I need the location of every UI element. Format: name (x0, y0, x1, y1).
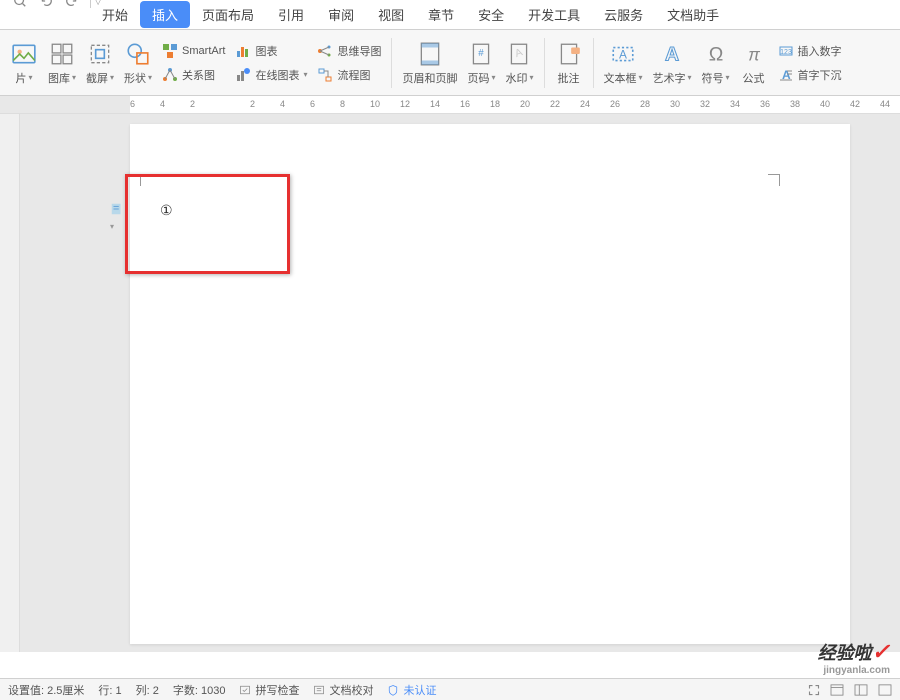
tab-section[interactable]: 章节 (416, 0, 466, 30)
status-uncertified[interactable]: 未认证 (387, 682, 436, 698)
wordart-button[interactable]: A 艺术字▾ (649, 38, 696, 88)
comment-button[interactable]: 批注 (551, 38, 587, 88)
gallery-icon (48, 40, 76, 68)
chart-icon (235, 43, 251, 59)
comment-icon (555, 40, 583, 68)
number-icon: 123 (778, 43, 794, 59)
tab-reference[interactable]: 引用 (266, 0, 316, 30)
shape-icon (124, 40, 152, 68)
status-spellcheck[interactable]: 拼写检查 (239, 682, 299, 698)
textbox-icon: A (609, 40, 637, 68)
mindmap-button[interactable]: 思维导图 (313, 40, 385, 62)
status-row[interactable]: 行: 1 (98, 682, 121, 698)
relation-chart-button[interactable]: 关系图 (158, 64, 229, 86)
smartart-icon (162, 43, 178, 59)
tab-view[interactable]: 视图 (366, 0, 416, 30)
screenshot-button[interactable]: 截屏▾ (82, 38, 118, 88)
dropcap-icon: A (778, 67, 794, 83)
relation-icon (162, 67, 178, 83)
gallery-button[interactable]: 图库▾ (44, 38, 80, 88)
paragraph-marker-icon: ▾ (110, 202, 124, 232)
status-bar: 设置值: 2.5厘米 行: 1 列: 2 字数: 1030 拼写检查 文档校对 … (0, 678, 900, 700)
view-mode-2-icon[interactable] (854, 684, 868, 696)
document-workspace: ▾ ① (0, 114, 900, 652)
margin-corner-tr (768, 174, 780, 186)
tab-cloud[interactable]: 云服务 (592, 0, 655, 30)
highlight-annotation (125, 174, 290, 274)
svg-text:123: 123 (780, 49, 792, 56)
page-number-button[interactable]: # 页码▾ (463, 38, 499, 88)
shape-button[interactable]: 形状▾ (120, 38, 156, 88)
tab-dev[interactable]: 开发工具 (516, 0, 592, 30)
online-chart-button[interactable]: 在线图表▾ (231, 64, 311, 86)
tab-insert[interactable]: 插入 (140, 1, 190, 28)
smartart-button[interactable]: SmartArt (158, 40, 229, 62)
status-setting[interactable]: 设置值: 2.5厘米 (8, 682, 84, 698)
redo-icon[interactable] (60, 0, 84, 13)
mindmap-icon (317, 43, 333, 59)
svg-text:A: A (619, 47, 627, 61)
view-mode-3-icon[interactable] (878, 684, 892, 696)
tab-dochelper[interactable]: 文档助手 (655, 0, 731, 30)
fullscreen-icon[interactable] (808, 684, 820, 696)
watermark-icon: A (505, 40, 533, 68)
flowchart-button[interactable]: 流程图 (313, 64, 385, 86)
page-number-icon: # (467, 40, 495, 68)
header-footer-button[interactable]: 页眉和页脚 (398, 38, 461, 88)
status-col[interactable]: 列: 2 (136, 682, 159, 698)
tab-review[interactable]: 审阅 (316, 0, 366, 30)
dropcap-button[interactable]: A 首字下沉 (774, 64, 846, 86)
online-chart-icon (235, 67, 251, 83)
tab-layout[interactable]: 页面布局 (190, 0, 266, 30)
vertical-ruler[interactable] (0, 114, 20, 652)
screenshot-icon (86, 40, 114, 68)
picture-icon (10, 40, 38, 68)
docproof-icon (313, 684, 325, 696)
picture-button[interactable]: 片▾ (6, 38, 42, 88)
shield-icon (387, 684, 399, 696)
status-wordcount[interactable]: 字数: 1030 (173, 682, 226, 698)
symbol-button[interactable]: Ω 符号▾ (698, 38, 734, 88)
search-icon[interactable] (8, 0, 32, 13)
insert-number-button[interactable]: 123 插入数字 (774, 40, 846, 62)
svg-text:π: π (748, 44, 760, 64)
svg-text:#: # (479, 48, 485, 59)
svg-text:A: A (665, 43, 679, 65)
svg-text:A: A (514, 46, 526, 60)
spellcheck-icon (239, 684, 251, 696)
horizontal-ruler[interactable]: 6422468101214161820222426283032343638404… (0, 96, 900, 114)
menu-tabs: ▽ 开始 插入 页面布局 引用 审阅 视图 章节 安全 开发工具 云服务 文档助… (0, 0, 900, 30)
chart-button[interactable]: 图表 (231, 40, 311, 62)
textbox-button[interactable]: A 文本框▾ (600, 38, 647, 88)
status-docproof[interactable]: 文档校对 (313, 682, 373, 698)
document-page[interactable]: ▾ ① (130, 124, 850, 644)
equation-button[interactable]: π 公式 (736, 38, 772, 88)
flowchart-icon (317, 67, 333, 83)
brand-watermark: 经验啦✓ jingyanla.com (818, 639, 890, 676)
ribbon-toolbar: 片▾ 图库▾ 截屏▾ 形状▾ SmartArt 关系图 图表 在线图表▾ (0, 30, 900, 96)
view-mode-1-icon[interactable] (830, 684, 844, 696)
svg-text:Ω: Ω (708, 43, 723, 65)
equation-icon: π (740, 40, 768, 68)
wordart-icon: A (658, 40, 686, 68)
tab-security[interactable]: 安全 (466, 0, 516, 30)
header-footer-icon (416, 40, 444, 68)
watermark-button[interactable]: A 水印▾ (501, 38, 537, 88)
symbol-icon: Ω (702, 40, 730, 68)
qat-dropdown-icon[interactable]: ▽ (95, 0, 101, 6)
undo-icon[interactable] (34, 0, 58, 13)
